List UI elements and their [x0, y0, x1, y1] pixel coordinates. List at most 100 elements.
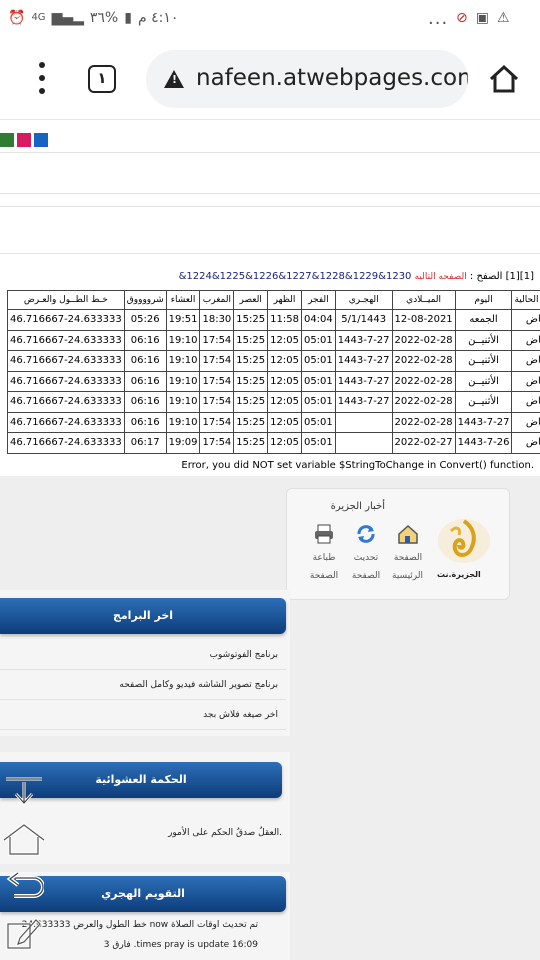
col-header: العصر: [233, 290, 269, 310]
table-header-row: المدينة الحالية اليوم الميــلادي الهجـري…: [7, 290, 540, 310]
swatch-blue[interactable]: [34, 133, 48, 147]
print-icon: [315, 524, 333, 544]
table-cell: 19:10: [165, 391, 201, 413]
table-cell: 1443-7-27: [334, 391, 393, 413]
table-cell: 19:09: [165, 432, 201, 454]
table-cell: 04:04: [300, 309, 336, 331]
home-page-link[interactable]: الصفحة الرئيسية: [392, 523, 423, 585]
table-cell: 06:17: [123, 432, 167, 454]
table-cell: 1443-7-27: [334, 350, 393, 372]
not-secure-icon[interactable]: [164, 70, 184, 88]
table-cell: 17:54: [199, 370, 235, 392]
aljazeera-news-box: أخبار الجزيرة الجزيرة.نت الصفحة الرئيسية: [286, 488, 510, 600]
table-cell: 05:26: [123, 309, 167, 331]
table-cell: الرياض: [511, 329, 540, 351]
tab-switcher-button[interactable]: ١: [88, 65, 116, 93]
header-band-2: [0, 206, 540, 254]
table-cell: 12:05: [267, 411, 302, 433]
scroll-down-icon[interactable]: [4, 776, 44, 808]
table-cell: 19:10: [165, 350, 201, 372]
table-cell: [334, 411, 393, 433]
col-header: المدينة الحالية: [511, 290, 540, 310]
status-right-group: ٤:١٠ م ▮ %٣٦ ▂▄▆ 4G ⏰: [8, 8, 178, 28]
table-cell: [334, 432, 393, 454]
table-cell: 15:25: [233, 411, 269, 433]
table-cell: 2022-02-28: [391, 370, 456, 392]
col-header: الظهر: [267, 290, 302, 310]
table-cell: 46.716667-24.633333: [7, 370, 125, 392]
col-header: الهجـري: [334, 290, 393, 310]
battery-percent: %٣٦: [89, 10, 119, 26]
table-cell: 17:54: [199, 411, 235, 433]
table-row: الرياضالأثنيــن2022-02-281443-7-2705:011…: [7, 350, 540, 372]
program-item[interactable]: اخر صيغه فلاش بجد: [0, 700, 286, 730]
pagination: [1][1] الصفح : الصفحه التاليه 1230&1229&…: [179, 271, 534, 282]
table-cell: الأثنيــن: [454, 370, 513, 392]
table-cell: 06:16: [123, 350, 167, 372]
table-cell: 05:01: [300, 329, 336, 351]
hijri-update-line-1: تم تحديث اوقات الصلاة now خط الطول والعر…: [21, 920, 258, 930]
table-cell: 19:51: [165, 309, 201, 331]
network-type: 4G: [31, 12, 46, 23]
address-bar[interactable]: nafeen.atwebpages.com: [146, 50, 468, 108]
status-bar: ٤:١٠ م ▮ %٣٦ ▂▄▆ 4G ⏰ ... ⊘ ▣ ⚠: [0, 0, 540, 36]
print-page-link[interactable]: طباعة الصفحة: [309, 523, 339, 585]
table-cell: 05:01: [300, 391, 336, 413]
pager-page-links[interactable]: 1230&1229&1228&1227&1226&1225&1224&: [179, 271, 412, 282]
news-title: أخبار الجزيرة: [330, 501, 385, 512]
table-cell: 05:01: [300, 432, 336, 454]
table-cell: 5/1/1443: [334, 309, 393, 331]
program-item[interactable]: برنامج الفوتوشوب: [0, 640, 286, 670]
col-header: شرووووق: [123, 290, 167, 310]
table-cell: 12:05: [267, 329, 302, 351]
status-left-group: ⊘ ▣ ⚠: [456, 8, 510, 28]
edit-icon[interactable]: [6, 916, 42, 950]
table-cell: 46.716667-24.633333: [7, 350, 125, 372]
news-actions: الصفحة الرئيسية تحديث الصفحة طباعة الصفح…: [309, 523, 423, 585]
table-cell: 2022-02-27: [391, 432, 456, 454]
pager-next-link[interactable]: الصفحه التاليه: [415, 272, 467, 282]
home-icon[interactable]: [488, 64, 520, 94]
table-cell: 06:16: [123, 391, 167, 413]
url-text[interactable]: nafeen.atwebpages.com: [196, 65, 468, 91]
table-cell: 05:01: [300, 411, 336, 433]
table-cell: 12:05: [267, 350, 302, 372]
back-arrow-icon[interactable]: [4, 872, 44, 902]
col-header: خـط الطــول والعـرض: [7, 290, 125, 310]
signal-icon: ▂▄▆: [51, 10, 84, 26]
menu-icon[interactable]: [30, 62, 54, 94]
table-cell: 11:58: [267, 309, 302, 331]
aljazeera-logo[interactable]: الجزيرة.نت: [433, 515, 495, 579]
swatch-green[interactable]: [0, 133, 14, 147]
refresh-page-link[interactable]: تحديث الصفحة: [351, 523, 381, 585]
pager-current: [1][1] الصفح :: [469, 271, 534, 282]
notification-icon: ▣: [475, 10, 489, 26]
table-cell: 17:54: [199, 432, 235, 454]
table-cell: 15:25: [233, 329, 269, 351]
table-cell: 12-08-2021: [391, 309, 456, 331]
table-cell: 12:05: [267, 391, 302, 413]
php-error-message: Error, you did NOT set variable $StringT…: [181, 460, 534, 471]
table-cell: 15:25: [233, 350, 269, 372]
status-time: ٤:١٠ م: [137, 10, 179, 26]
table-cell: 18:30: [199, 309, 235, 331]
table-cell: 19:10: [165, 370, 201, 392]
table-cell: الرياض: [511, 350, 540, 372]
col-header: الميــلادي: [391, 290, 456, 310]
table-cell: 15:25: [233, 432, 269, 454]
table-cell: 46.716667-24.633333: [7, 329, 125, 351]
home-page-label: الصفحة الرئيسية: [392, 553, 423, 581]
program-item[interactable]: برنامج تصوير الشاشه فيديو وكامل الصفحه: [0, 670, 286, 700]
table-cell: الجمعه: [454, 309, 513, 331]
table-row: الرياضالجمعه12-08-20215/1/144304:0411:58…: [7, 309, 540, 331]
programs-header: اخر البرامج: [0, 598, 286, 634]
table-cell: 05:01: [300, 370, 336, 392]
col-header: اليوم: [454, 290, 513, 310]
table-cell: 2022-02-28: [391, 411, 456, 433]
color-swatches: [0, 133, 48, 147]
table-row: الرياضالأثنيــن2022-02-281443-7-2705:011…: [7, 329, 540, 351]
swatch-red[interactable]: [17, 133, 31, 147]
table-cell: 1443-7-27: [334, 370, 393, 392]
scroll-home-icon[interactable]: [2, 822, 46, 856]
table-cell: 17:54: [199, 329, 235, 351]
